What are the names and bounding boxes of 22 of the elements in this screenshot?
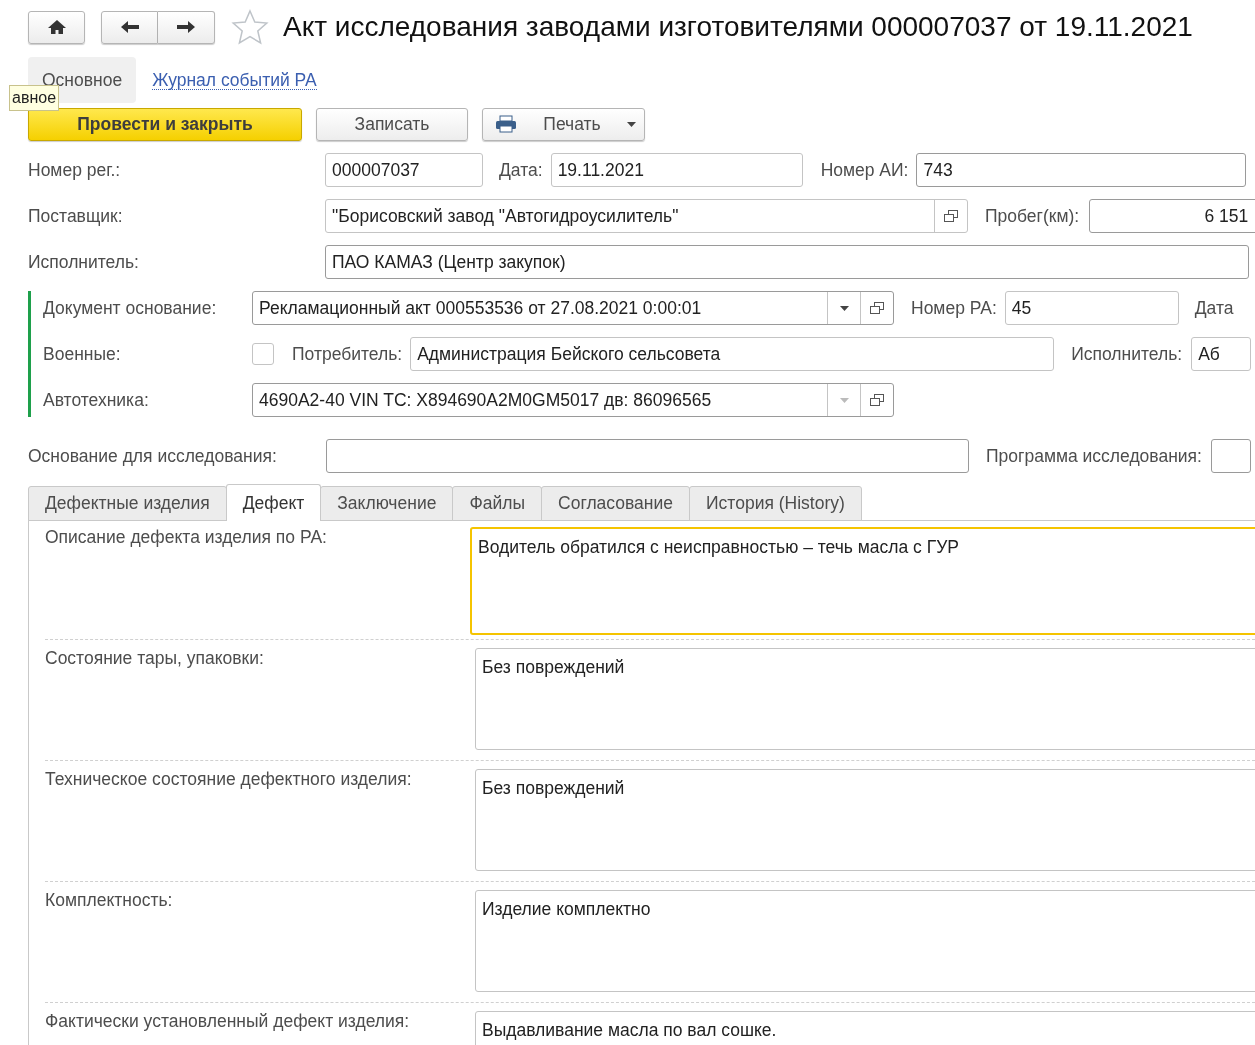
field-label: Состояние тары, упаковки:	[45, 648, 265, 670]
field-label: Техническое состояние дефектного изделия:	[45, 769, 413, 791]
field-label: Пробег(км):	[985, 205, 1080, 227]
field-label: Исполнитель:	[1071, 343, 1183, 365]
field-label: Описание дефекта изделия по РА:	[45, 527, 328, 549]
field-label: Программа исследования:	[986, 445, 1202, 467]
field-label: Основание для исследования:	[28, 445, 278, 467]
field-label: Фактически установленный дефект изделия:	[45, 1011, 411, 1033]
field-label: Номер РА:	[911, 297, 997, 319]
field-label: Комплектность:	[45, 890, 174, 912]
field-label: Поставщик:	[28, 205, 124, 227]
tooltip: авное	[9, 85, 60, 111]
field-label: Дата:	[499, 159, 543, 181]
field-label: Номер рег.:	[28, 159, 122, 181]
field-label: Автотехника:	[43, 389, 150, 411]
field-label: Потребитель:	[292, 343, 403, 365]
window-title: Акт исследования заводами изготовителями 000007037 от 19.11.2021	[283, 11, 1193, 43]
field-label: Документ основание:	[43, 297, 218, 319]
field-label: Номер АИ:	[820, 159, 909, 181]
field-label: Исполнитель:	[28, 251, 140, 273]
field-label: Военные:	[43, 343, 122, 365]
field-label: Дата	[1194, 297, 1234, 319]
